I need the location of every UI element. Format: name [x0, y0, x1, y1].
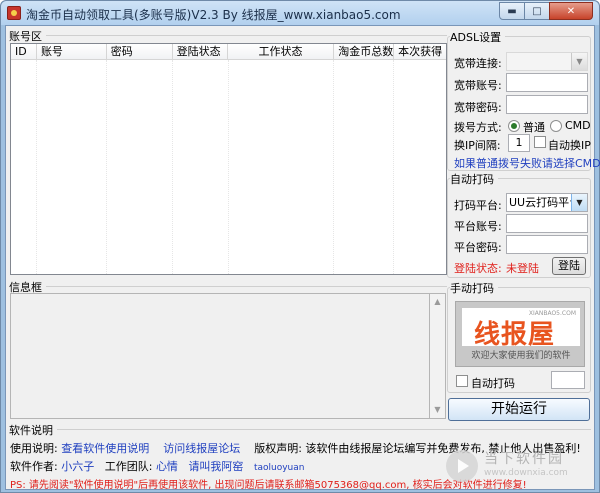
accounts-group-title: 账号区 — [9, 28, 46, 44]
accounts-group: 账号区 — [9, 28, 447, 44]
usage-label: 使用说明: — [10, 442, 58, 455]
logo-corner-text: XIANBAO5.COM — [528, 310, 576, 317]
captcha-code-input[interactable] — [551, 371, 585, 389]
ip-interval-label: 换IP间隔: — [454, 139, 501, 152]
site-watermark: 当下软件园 www.downxia.com — [446, 446, 596, 490]
info-group: 信息框 — [9, 279, 447, 295]
watermark-title: 当下软件园 — [484, 451, 564, 467]
captcha-platform-label: 打码平台: — [454, 199, 502, 212]
team-link-2[interactable]: 请叫我阿窑 — [188, 460, 243, 473]
adsl-account-label: 宽带账号: — [454, 79, 502, 92]
column-header-account[interactable]: 账号 — [37, 44, 107, 59]
app-window: 淘金币自动领取工具(多账号版)V2.3 By 线报屋_www.xianbao5.… — [0, 0, 600, 493]
dial-mode-cmd-label: CMD — [565, 119, 591, 132]
logo-slogan: 欢迎大家使用我们的软件 — [471, 351, 571, 361]
auto-captcha-group-title: 自动打码 — [450, 171, 498, 187]
adsl-connection-label: 宽带连接: — [454, 57, 502, 70]
captcha-platform-select[interactable]: UU云打码平台 ▼ — [506, 193, 588, 212]
column-header-work-status[interactable]: 工作状态 — [228, 44, 335, 59]
accounts-table[interactable]: ID 账号 密码 登陆状态 工作状态 淘金币总数 本次获得 — [10, 43, 447, 275]
close-icon: ✕ — [566, 5, 576, 17]
captcha-password-input[interactable] — [506, 235, 588, 254]
team-link-3[interactable]: taoluoyuan — [254, 463, 305, 473]
manual-captcha-group-title: 手动打码 — [450, 280, 498, 296]
chevron-down-icon: ▼ — [571, 53, 587, 70]
dial-mode-normal-radio[interactable] — [508, 120, 520, 132]
maximize-icon: □ — [532, 5, 542, 17]
ip-interval-input[interactable]: 1 — [508, 134, 530, 152]
scroll-up-icon[interactable]: ▲ — [430, 294, 445, 310]
column-header-gained[interactable]: 本次获得 — [394, 44, 446, 59]
column-header-password[interactable]: 密码 — [107, 44, 173, 59]
forum-link[interactable]: 访问线报屋论坛 — [163, 442, 240, 455]
auto-captcha-checkbox[interactable] — [456, 375, 468, 387]
adsl-connection-select[interactable]: ▼ — [506, 52, 588, 71]
adsl-account-input[interactable] — [506, 73, 588, 92]
dial-mode-cmd-radio[interactable] — [550, 120, 562, 132]
window-controls: ▬ □ ✕ — [499, 2, 593, 20]
captcha-login-button[interactable]: 登陆 — [552, 257, 586, 275]
captcha-image-logo: 线报屋 XIANBAO5.COM 欢迎大家使用我们的软件 — [455, 301, 585, 367]
author-link[interactable]: 小六子 — [61, 460, 94, 473]
team-link-1[interactable]: 心情 — [156, 460, 178, 473]
team-label: 工作团队: — [104, 460, 153, 473]
main-panel: 账号区 ID 账号 密码 登陆状态 工作状态 淘金币总数 本次获得 信息框 ▲ … — [5, 25, 600, 491]
info-log-scrollbar[interactable]: ▲ ▼ — [429, 293, 446, 419]
accounts-table-header: ID 账号 密码 登陆状态 工作状态 淘金币总数 本次获得 — [11, 44, 446, 60]
auto-switch-ip-label: 自动换IP — [548, 139, 591, 152]
dial-mode-normal-label: 普通 — [523, 121, 545, 134]
author-line: 软件作者: 小六子 工作团队: 心情 请叫我阿窑 taoluoyuan — [10, 458, 304, 474]
chevron-down-icon: ▼ — [571, 194, 587, 211]
accounts-table-body — [11, 60, 446, 274]
captcha-account-input[interactable] — [506, 214, 588, 233]
title-bar[interactable]: 淘金币自动领取工具(多账号版)V2.3 By 线报屋_www.xianbao5.… — [1, 1, 599, 25]
logo-title: 线报屋 — [474, 320, 556, 350]
window-title: 淘金币自动领取工具(多账号版)V2.3 By 线报屋_www.xianbao5.… — [26, 8, 401, 22]
logo-banner: 线报屋 XIANBAO5.COM — [462, 308, 580, 350]
start-button[interactable]: 开始运行 — [448, 398, 590, 421]
minimize-button[interactable]: ▬ — [499, 2, 525, 20]
minimize-icon: ▬ — [507, 5, 517, 17]
dial-hint-link[interactable]: 如果普通拨号失败请选择CMD — [454, 155, 600, 171]
adsl-password-label: 宽带密码: — [454, 101, 502, 114]
watermark-subtitle: www.downxia.com — [484, 468, 568, 478]
author-label: 软件作者: — [10, 460, 58, 473]
auto-switch-ip-checkbox[interactable] — [534, 136, 546, 148]
column-header-coin-total[interactable]: 淘金币总数 — [334, 44, 395, 59]
maximize-button[interactable]: □ — [524, 2, 550, 20]
column-header-id[interactable]: ID — [11, 44, 37, 59]
captcha-status-value: 未登陆 — [506, 262, 539, 275]
adsl-password-input[interactable] — [506, 95, 588, 114]
auto-captcha-label: 自动打码 — [471, 377, 515, 390]
scroll-down-icon[interactable]: ▼ — [430, 402, 445, 418]
info-log-box[interactable] — [10, 293, 443, 419]
adsl-group-title: ADSL设置 — [450, 29, 506, 45]
dial-mode-label: 拨号方式: — [454, 121, 502, 134]
app-icon — [7, 6, 21, 20]
play-logo-icon — [446, 450, 478, 482]
usage-link[interactable]: 查看软件使用说明 — [61, 442, 149, 455]
close-button[interactable]: ✕ — [549, 2, 593, 20]
column-header-login-status[interactable]: 登陆状态 — [173, 44, 229, 59]
software-info-group-title: 软件说明 — [9, 422, 57, 438]
captcha-password-label: 平台密码: — [454, 241, 502, 254]
software-info-group: 软件说明 — [9, 422, 591, 438]
captcha-platform-value: UU云打码平台 — [509, 196, 581, 209]
captcha-status-label: 登陆状态: — [454, 262, 502, 275]
captcha-account-label: 平台账号: — [454, 220, 502, 233]
